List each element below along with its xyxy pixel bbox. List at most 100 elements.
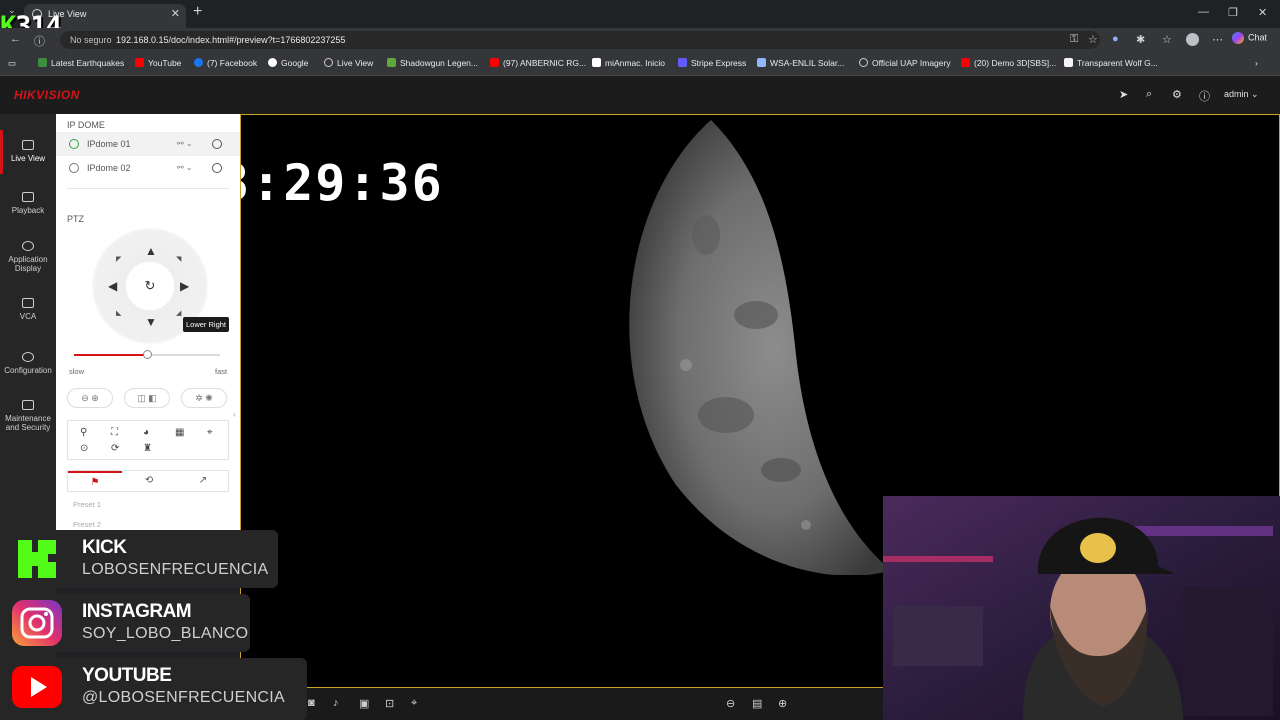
close-tab-icon[interactable]: ✕ <box>171 4 180 24</box>
ptz-upper-left-icon[interactable]: ◤ <box>116 254 121 266</box>
capture-icon[interactable]: ◙ <box>308 697 315 709</box>
stream-select-icon[interactable]: ⚯ ⌄ <box>177 132 193 156</box>
bookmark-item[interactable]: Shadowgun Legen... <box>387 58 478 68</box>
site-info-icon[interactable]: ⓘ <box>34 33 45 49</box>
focus-far-icon[interactable]: ◧ <box>148 393 157 403</box>
digital-zoom-icon[interactable]: ⊡ <box>385 697 394 710</box>
close-window-icon[interactable]: ✕ <box>1258 6 1267 19</box>
previous-page-icon[interactable]: ⊖ <box>726 697 735 710</box>
menu-dots-icon[interactable]: ⋯ <box>1212 33 1223 46</box>
bookmark-item[interactable]: Stripe Express <box>678 58 746 68</box>
nav-vca[interactable]: VCA <box>0 298 56 321</box>
microphone-icon[interactable]: ♪ <box>333 697 339 709</box>
fullscreen-icon[interactable]: ▤ <box>752 697 762 710</box>
bookmark-label: Latest Earthquakes <box>51 58 125 68</box>
tracking-icon[interactable]: ⌖ <box>207 427 213 438</box>
chat-label: Chat <box>1248 32 1268 43</box>
tab-pattern-icon[interactable]: ↗ <box>176 471 230 491</box>
iris-close-icon[interactable]: ✲ <box>195 393 203 403</box>
record-icon[interactable] <box>212 139 222 149</box>
next-page-icon[interactable]: ⊕ <box>778 697 787 710</box>
ptz-speed-slider[interactable] <box>74 350 220 359</box>
bookmark-item[interactable]: Latest Earthquakes <box>38 58 124 68</box>
record-icon[interactable] <box>212 163 222 173</box>
ptz-up-arrow-icon[interactable]: ▲ <box>145 245 157 257</box>
stream-select-icon[interactable]: ⚯ ⌄ <box>177 156 193 180</box>
preset-item[interactable]: Preset 1 <box>73 500 101 509</box>
zoom-out-icon[interactable]: ⊖ <box>81 393 89 403</box>
nav-application-display[interactable]: Application Display <box>0 241 56 273</box>
address-bar[interactable]: No seguro 192.168.0.15/doc/index.html#/p… <box>60 31 1100 49</box>
extensions-puzzle-icon[interactable]: ✱ <box>1136 33 1145 46</box>
area-focus-icon[interactable]: ⛶ <box>111 427 118 438</box>
ptz-auto-scan-icon[interactable]: ↻ <box>140 276 160 296</box>
3d-position-icon[interactable]: ⌖ <box>411 697 417 710</box>
bookmark-item[interactable]: miAnmac. Inicio <box>592 58 665 68</box>
bookmark-item[interactable]: YouTube <box>135 58 181 68</box>
bookmark-item[interactable]: Live View <box>324 58 373 68</box>
divider <box>67 188 229 189</box>
bookmarks-menu-icon[interactable]: ▭ <box>8 58 16 69</box>
minimize-icon[interactable]: — <box>1198 6 1209 18</box>
ptz-upper-right-icon[interactable]: ◥ <box>176 254 181 266</box>
ptz-lower-left-icon[interactable]: ◣ <box>116 308 121 320</box>
search-icon[interactable]: ⌕ <box>1146 88 1152 101</box>
new-tab-plus-icon[interactable]: + <box>193 3 202 21</box>
restore-icon[interactable]: ❐ <box>1228 6 1238 19</box>
bookmark-item[interactable]: Official UAP Imagery <box>859 58 951 68</box>
nav-maintenance-security[interactable]: Maintenance and Security <box>0 400 56 432</box>
ptz-left-arrow-icon[interactable]: ◀ <box>108 280 117 292</box>
speed-slider-knob[interactable] <box>143 350 152 359</box>
camera-item[interactable]: IPdome 02 ⚯ ⌄ <box>56 156 240 180</box>
tab-patrol-icon[interactable]: ⟲ <box>122 471 176 491</box>
zoom-area-icon[interactable]: ⊙ <box>80 443 88 454</box>
back-icon[interactable]: ← <box>10 33 21 45</box>
focus-near-icon[interactable]: ◫ <box>137 393 146 403</box>
star-bookmark-icon[interactable]: ☆ <box>1088 33 1098 46</box>
bookmarks-bar: ▭ Latest Earthquakes YouTube (7) Faceboo… <box>0 52 1280 76</box>
bookmark-item[interactable]: Transparent Wolf G... <box>1064 58 1158 68</box>
bookmark-item[interactable]: (7) Facebook <box>194 58 257 68</box>
park-action-icon[interactable]: ♜ <box>143 443 152 454</box>
record-clip-icon[interactable]: ▣ <box>359 697 369 710</box>
zoom-in-icon[interactable]: ⊕ <box>91 393 99 403</box>
preset-item[interactable]: Preset 2 <box>73 520 101 529</box>
info-icon[interactable]: ⓘ <box>1199 88 1210 104</box>
light-icon[interactable]: ⚲ <box>80 427 87 438</box>
send-icon[interactable]: ➤ <box>1119 88 1128 101</box>
ptz-down-arrow-icon[interactable]: ▼ <box>145 316 157 328</box>
extension-dot-icon[interactable]: ● <box>1112 33 1119 45</box>
profile-avatar[interactable] <box>1186 33 1199 46</box>
user-menu[interactable]: admin ⌄ <box>1224 89 1259 100</box>
chat-button[interactable]: Chat <box>1232 32 1267 44</box>
screen: { "browser": { "tab_title": "Live View",… <box>0 0 1280 720</box>
nav-live-view[interactable]: Live View <box>0 130 56 174</box>
nav-playback[interactable]: Playback <box>0 192 56 215</box>
tools-icon[interactable]: ⚙ <box>1172 88 1182 101</box>
youtube-handle: @LOBOSENFRECUENCIA <box>82 689 286 706</box>
camera-item[interactable]: IPdome 01 ⚯ ⌄ <box>56 132 240 156</box>
camera-status-icon <box>69 163 79 173</box>
ptz-tooltip: Lower Right <box>183 317 230 332</box>
bookmark-item[interactable]: (97) ANBERNIC RG... <box>490 58 586 68</box>
monitor-icon <box>22 140 34 150</box>
collapse-panel-icon[interactable]: ‹ <box>233 410 236 419</box>
app-header: HIKVISION ➤ ⌕ ⚙ ⓘ admin ⌄ <box>0 76 1280 114</box>
noaa-icon <box>757 58 766 67</box>
layout-grid-icon[interactable]: ▦ <box>175 427 184 438</box>
bookmark-label: (7) Facebook <box>207 58 258 68</box>
bookmark-item[interactable]: WSA-ENLIL Solar... <box>757 58 844 68</box>
one-touch-icon[interactable]: ⟳ <box>111 443 119 454</box>
bookmark-item[interactable]: (20) Demo 3D[SBS]... <box>961 58 1056 68</box>
ptz-right-arrow-icon[interactable]: ▶ <box>180 280 189 292</box>
nav-configuration[interactable]: Configuration <box>0 352 56 375</box>
key-icon[interactable]: ⚿ <box>1070 33 1078 46</box>
youtube-overlay: YOUTUBE @LOBOSENFRECUENCIA <box>0 658 307 720</box>
iris-open-icon[interactable]: ✺ <box>205 393 213 403</box>
tab-presets-flag-icon[interactable]: ⚑ <box>68 471 122 491</box>
bookmarks-overflow-icon[interactable]: › <box>1255 58 1258 68</box>
wiper-icon[interactable]: ◕ <box>143 427 149 438</box>
ptz-lower-right-icon[interactable]: ◢ <box>176 308 181 320</box>
bookmark-item[interactable]: Google <box>268 58 308 68</box>
favorites-icon[interactable]: ☆ <box>1162 33 1172 46</box>
